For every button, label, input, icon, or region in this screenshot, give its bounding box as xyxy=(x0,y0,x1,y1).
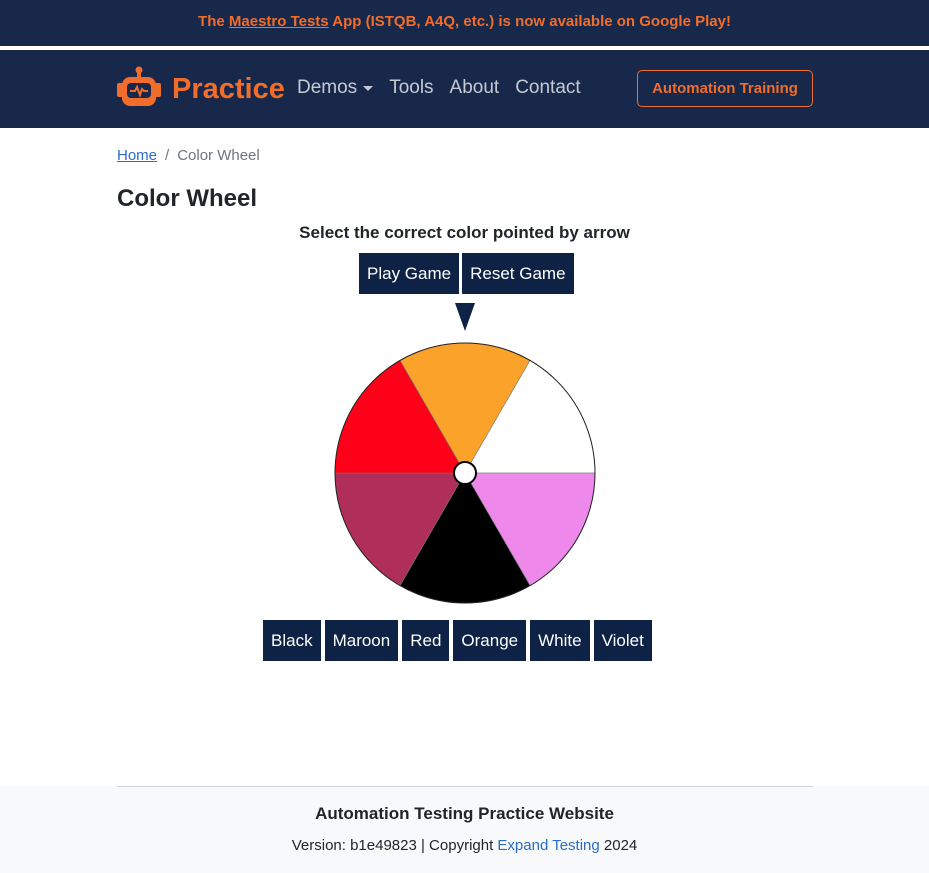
nav-tools[interactable]: Tools xyxy=(389,77,433,99)
footer-year: 2024 xyxy=(599,837,638,854)
breadcrumb-home[interactable]: Home xyxy=(117,147,157,164)
footer: Automation Testing Practice Website Vers… xyxy=(0,786,929,873)
reset-game-button[interactable]: Reset Game xyxy=(462,253,574,294)
color-wheel xyxy=(334,342,596,604)
play-game-button[interactable]: Play Game xyxy=(359,253,460,294)
announcement-link[interactable]: Maestro Tests xyxy=(229,13,329,30)
brand-name: Practice xyxy=(172,72,285,105)
answer-white-button[interactable]: White xyxy=(530,620,590,661)
footer-title: Automation Testing Practice Website xyxy=(315,804,614,823)
announcement-prefix: The xyxy=(198,13,229,30)
nav-links: Demos Tools About Contact xyxy=(297,77,581,99)
nav-contact[interactable]: Contact xyxy=(515,77,580,99)
breadcrumb-separator: / xyxy=(165,147,170,164)
announcement-bar: The Maestro Tests App (ISTQB, A4Q, etc.)… xyxy=(0,0,929,48)
arrow-down-icon xyxy=(455,303,475,331)
breadcrumb-current: Color Wheel xyxy=(177,147,260,164)
footer-divider xyxy=(117,786,813,787)
robot-logo-icon xyxy=(116,66,162,113)
breadcrumb: Home / Color Wheel xyxy=(117,147,260,164)
answer-black-button[interactable]: Black xyxy=(263,620,321,661)
answer-orange-button[interactable]: Orange xyxy=(453,620,527,661)
answer-buttons: Black Maroon Red Orange White Violet xyxy=(263,620,652,661)
instruction-text: Select the correct color pointed by arro… xyxy=(299,223,630,242)
answer-red-button[interactable]: Red xyxy=(402,620,450,661)
footer-copyright: Version: b1e49823 | Copyright Expand Tes… xyxy=(0,837,929,854)
answer-violet-button[interactable]: Violet xyxy=(593,620,652,661)
brand-link[interactable]: Practice xyxy=(116,66,285,112)
nav-demos-label: Demos xyxy=(297,77,358,98)
footer-company-link[interactable]: Expand Testing xyxy=(497,837,599,854)
automation-training-button[interactable]: Automation Training xyxy=(637,70,813,107)
answer-maroon-button[interactable]: Maroon xyxy=(324,620,399,661)
navbar: Practice Demos Tools About Contact Autom… xyxy=(0,50,929,128)
caret-down-icon xyxy=(363,85,374,91)
nav-demos-dropdown[interactable]: Demos xyxy=(297,77,374,99)
nav-about[interactable]: About xyxy=(450,77,500,99)
wheel-center-hub xyxy=(453,461,477,485)
game-controls: Play Game Reset Game xyxy=(359,253,574,294)
announcement-suffix: App (ISTQB, A4Q, etc.) is now available … xyxy=(328,13,731,30)
footer-version: Version: b1e49823 | Copyright xyxy=(291,837,498,854)
page-title: Color Wheel xyxy=(117,185,258,212)
